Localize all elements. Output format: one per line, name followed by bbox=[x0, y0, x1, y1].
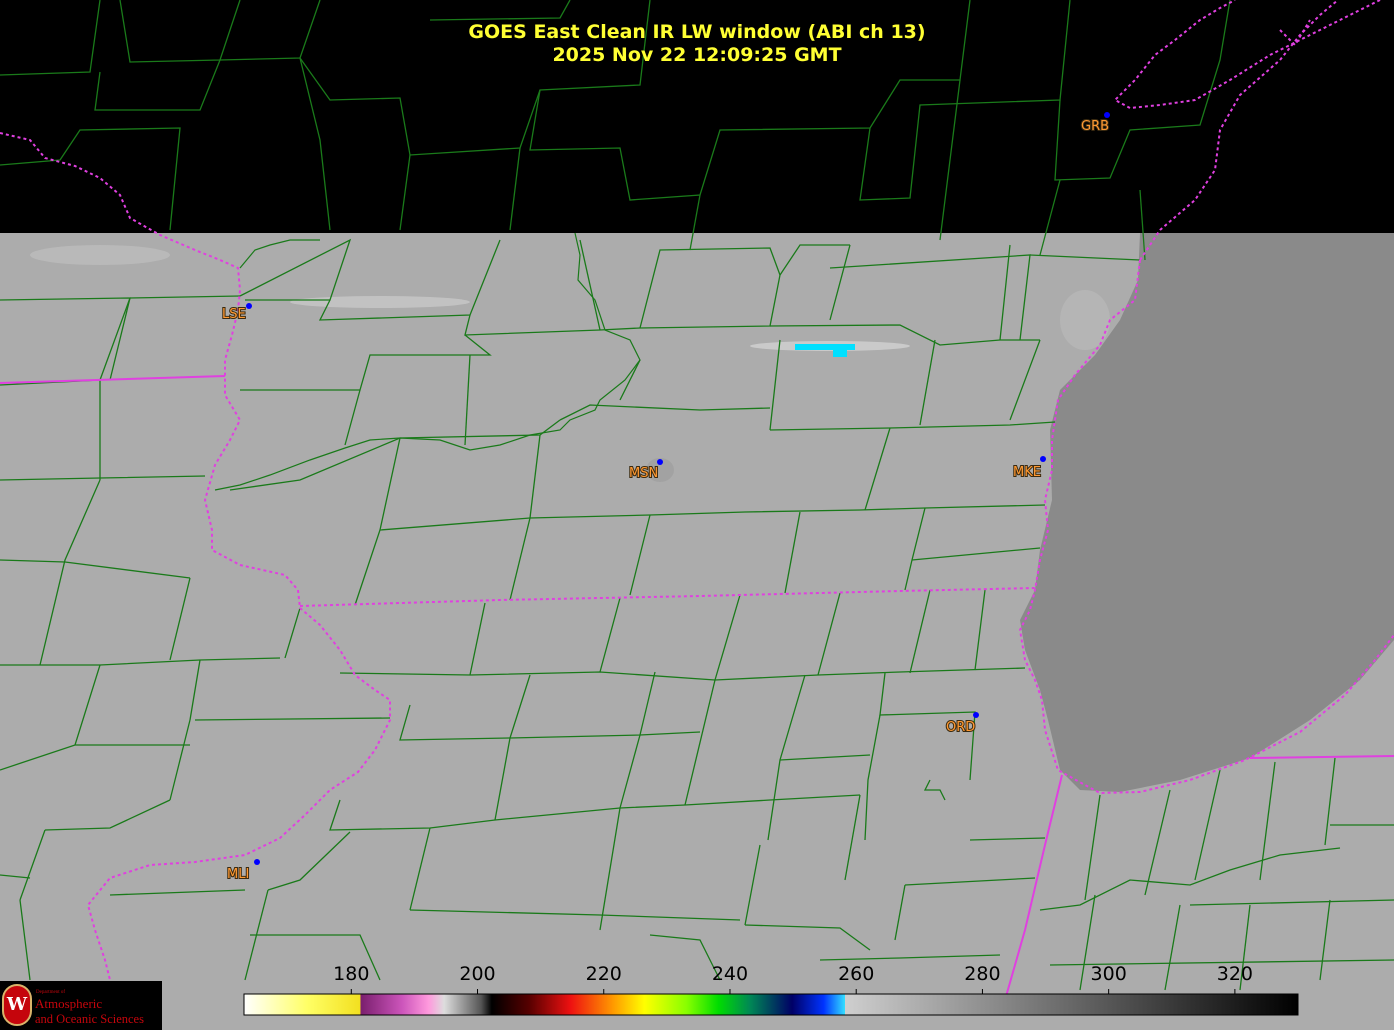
colorbar-tick-label: 200 bbox=[459, 963, 495, 985]
map-title: GOES East Clean IR LW window (ABI ch 13) bbox=[468, 21, 926, 43]
svg-text:MKE: MKE bbox=[1013, 465, 1041, 480]
colorbar-tick-label: 260 bbox=[838, 963, 874, 985]
logo-dept: Department of bbox=[36, 990, 66, 995]
colorbar-tick-label: 180 bbox=[333, 963, 369, 985]
logo-line1: Atmospheric bbox=[35, 996, 103, 1011]
colorbar-gradient bbox=[243, 993, 1299, 1016]
cold-cloud-pixels bbox=[795, 344, 855, 350]
colorbar-tick-label: 240 bbox=[712, 963, 748, 985]
logo-line2: and Oceanic Sciences bbox=[35, 1012, 144, 1026]
svg-text:ORD: ORD bbox=[946, 720, 975, 735]
colorbar-tick-label: 300 bbox=[1091, 963, 1127, 985]
colorbar-tick-label: 280 bbox=[964, 963, 1000, 985]
svg-text:MSN: MSN bbox=[629, 466, 658, 481]
colorbar-tick-label: 220 bbox=[586, 963, 622, 985]
svg-text:GRB: GRB bbox=[1081, 119, 1109, 134]
map-timestamp: 2025 Nov 22 12:09:25 GMT bbox=[552, 44, 842, 66]
svg-text:MLI: MLI bbox=[227, 867, 249, 882]
colorbar-tick-label: 320 bbox=[1217, 963, 1253, 985]
svg-text:LSE: LSE bbox=[222, 307, 246, 322]
uw-seal-icon: W bbox=[2, 984, 32, 1026]
aos-logo: W Department of Atmospheric and Oceanic … bbox=[0, 981, 162, 1030]
satellite-map: GRB LSE MSN MKE ORD MLI 180 200 220 240 260 2… bbox=[0, 0, 1394, 1030]
cold-cloud-pixels-2 bbox=[833, 350, 847, 357]
